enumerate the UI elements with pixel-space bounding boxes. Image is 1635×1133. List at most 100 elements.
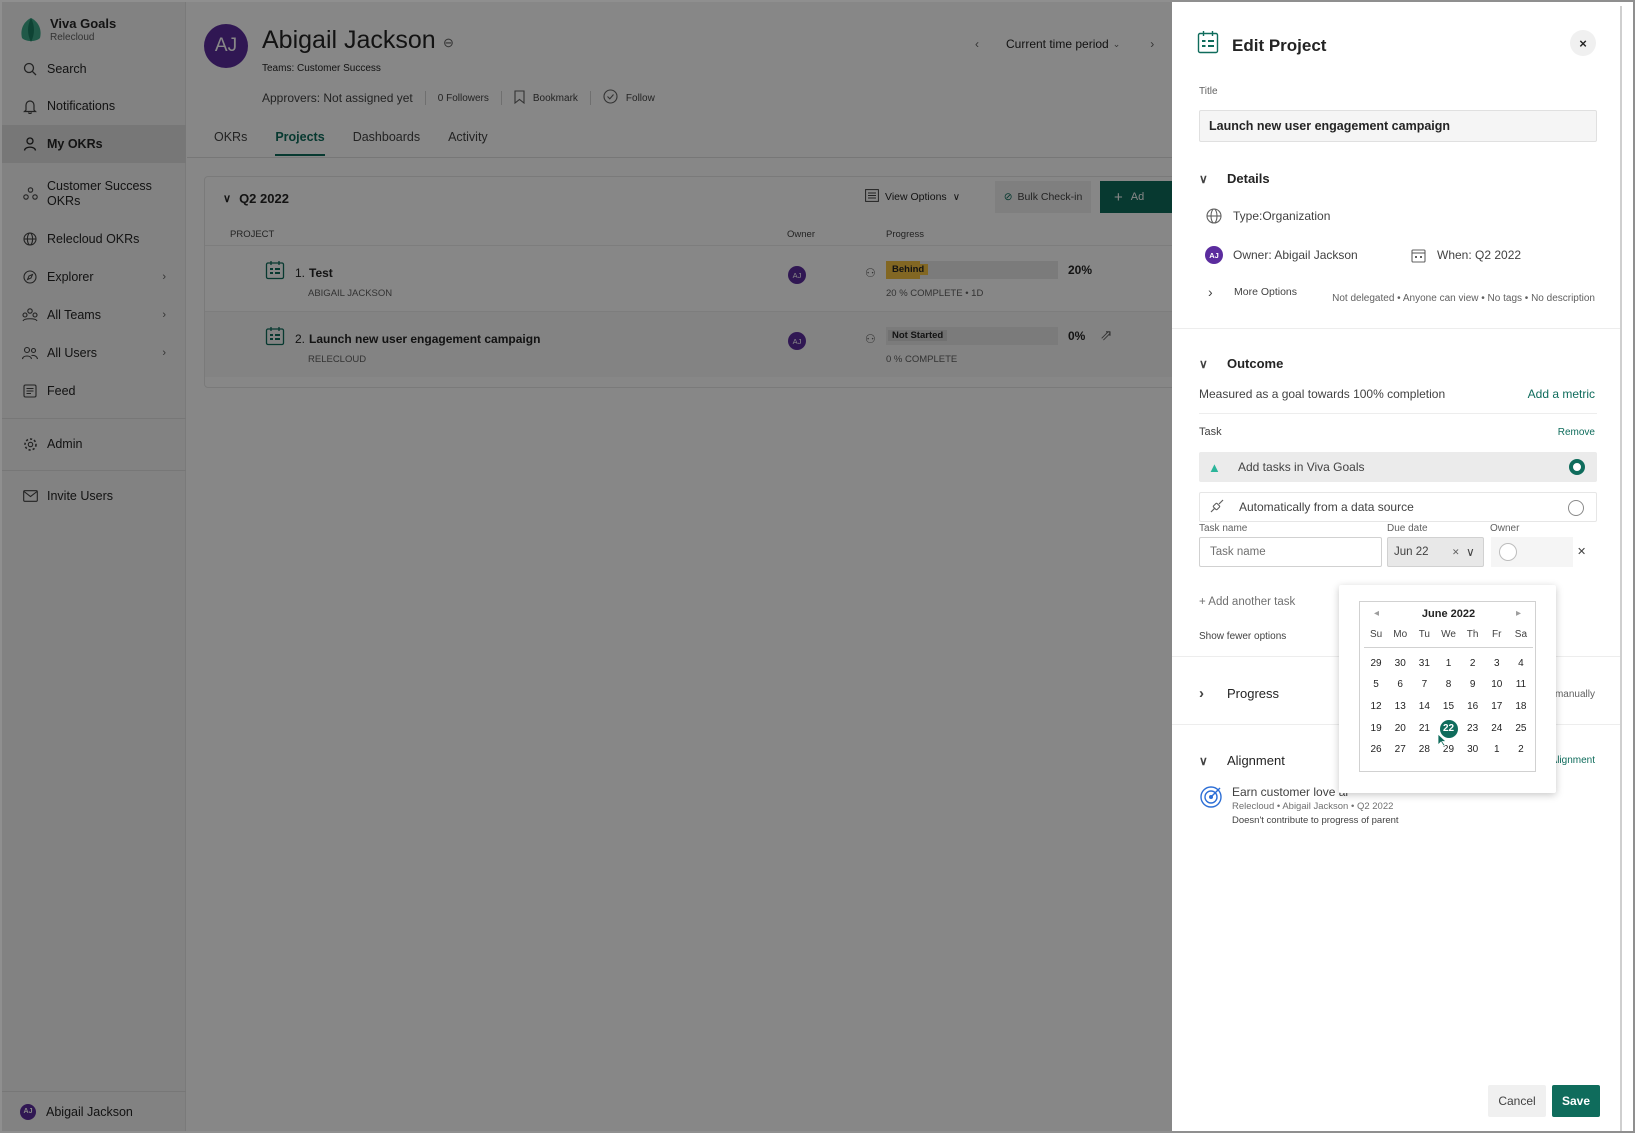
clear-date-icon[interactable]: ✕ bbox=[1452, 547, 1460, 558]
title-input[interactable]: Launch new user engagement campaign bbox=[1199, 110, 1597, 142]
calendar-day[interactable]: 16 bbox=[1461, 698, 1485, 716]
target-icon bbox=[1199, 785, 1223, 812]
calendar-day[interactable]: 27 bbox=[1388, 741, 1412, 759]
weekday: Mo bbox=[1393, 629, 1408, 640]
type-field[interactable]: Type:Organization bbox=[1205, 207, 1330, 225]
task-owner-picker[interactable] bbox=[1491, 537, 1573, 567]
remove-link[interactable]: Remove bbox=[1558, 427, 1595, 438]
calendar-week: 29 30 31 1 2 3 4 bbox=[1364, 655, 1533, 673]
add-metric-link[interactable]: Add a metric bbox=[1528, 387, 1595, 401]
calendar-day[interactable]: 17 bbox=[1485, 698, 1509, 716]
weekday: We bbox=[1441, 629, 1456, 640]
calendar-day[interactable]: 1 bbox=[1436, 655, 1460, 673]
calendar-day[interactable]: 30 bbox=[1461, 741, 1485, 759]
calendar-day[interactable]: 7 bbox=[1412, 676, 1436, 694]
calendar-day[interactable]: 11 bbox=[1509, 676, 1533, 694]
calendar-day[interactable]: 28 bbox=[1412, 741, 1436, 759]
aligned-objective-meta: Relecloud • Abigail Jackson • Q2 2022 bbox=[1232, 801, 1394, 812]
calendar-day[interactable]: 26 bbox=[1364, 741, 1388, 759]
due-date-picker[interactable]: Jun 22 ✕ ∨ bbox=[1387, 537, 1484, 567]
details-section-header[interactable]: ∨ Details bbox=[1199, 171, 1270, 186]
calendar-week: 5 6 7 8 9 10 11 bbox=[1364, 676, 1533, 694]
calendar-day[interactable]: 4 bbox=[1509, 655, 1533, 673]
avatar: AJ bbox=[1205, 246, 1223, 264]
calendar-day[interactable]: 31 bbox=[1412, 655, 1436, 673]
weekday: Tu bbox=[1418, 629, 1430, 640]
calendar-day[interactable]: 18 bbox=[1509, 698, 1533, 716]
calendar-day[interactable]: 29 bbox=[1364, 655, 1388, 673]
more-options-toggle[interactable]: › More Options bbox=[1208, 284, 1297, 300]
close-icon: × bbox=[1579, 35, 1587, 51]
when-value: When: Q2 2022 bbox=[1437, 248, 1522, 262]
when-field[interactable]: When: Q2 2022 bbox=[1409, 246, 1521, 264]
details-title: Details bbox=[1227, 171, 1270, 186]
outcome-section-header[interactable]: ∨ Outcome bbox=[1199, 356, 1283, 371]
calendar-week: 26 27 28 29 30 1 2 bbox=[1364, 741, 1533, 759]
chevron-down-icon[interactable]: ∨ bbox=[1466, 545, 1475, 559]
remove-task-icon[interactable]: ✕ bbox=[1577, 545, 1586, 558]
calendar-day[interactable]: 30 bbox=[1388, 655, 1412, 673]
option-label: Add tasks in Viva Goals bbox=[1238, 460, 1365, 474]
mouse-cursor-icon bbox=[1437, 733, 1447, 747]
radio-unselected[interactable] bbox=[1568, 500, 1584, 516]
option-label: Automatically from a data source bbox=[1239, 500, 1414, 514]
aligned-objective-note: Doesn't contribute to progress of parent bbox=[1232, 815, 1399, 826]
progress-title: Progress bbox=[1227, 686, 1280, 701]
divider bbox=[1199, 413, 1597, 414]
calendar-day[interactable]: 6 bbox=[1388, 676, 1412, 694]
column-header-due-date: Due date bbox=[1387, 523, 1428, 534]
calendar-day[interactable]: 10 bbox=[1485, 676, 1509, 694]
app-window: Viva Goals Relecloud Search Notification… bbox=[0, 0, 1635, 1133]
measured-text: Measured as a goal towards 100% completi… bbox=[1199, 387, 1446, 401]
calendar: ◂ June 2022 ▸ Su Mo Tu We Th Fr Sa 29 30 3… bbox=[1359, 601, 1536, 772]
divider bbox=[1364, 647, 1533, 648]
panel-title: Edit Project bbox=[1232, 36, 1327, 55]
close-button[interactable]: × bbox=[1570, 30, 1596, 56]
calendar-day[interactable]: 9 bbox=[1461, 676, 1485, 694]
radio-selected[interactable] bbox=[1569, 459, 1585, 475]
calendar-day[interactable]: 20 bbox=[1388, 720, 1412, 738]
title-label: Title bbox=[1199, 86, 1218, 97]
task-name-input[interactable]: Task name bbox=[1199, 537, 1382, 567]
calendar-day[interactable]: 8 bbox=[1436, 676, 1460, 694]
progress-section-header[interactable]: › Progress bbox=[1199, 685, 1279, 702]
add-another-task-link[interactable]: + Add another task bbox=[1199, 596, 1295, 608]
calendar-day[interactable]: 2 bbox=[1509, 741, 1533, 759]
owner-value: Owner: Abigail Jackson bbox=[1233, 248, 1358, 262]
save-button[interactable]: Save bbox=[1552, 1085, 1600, 1117]
next-month-icon[interactable]: ▸ bbox=[1516, 608, 1521, 619]
cancel-button[interactable]: Cancel bbox=[1488, 1085, 1546, 1117]
calendar-day[interactable]: 5 bbox=[1364, 676, 1388, 694]
task-label: Task bbox=[1199, 426, 1222, 438]
owner-initials: AJ bbox=[1205, 246, 1223, 264]
project-icon bbox=[1197, 31, 1219, 54]
owner-field[interactable]: AJ Owner: Abigail Jackson bbox=[1205, 246, 1358, 264]
calendar-day[interactable]: 12 bbox=[1364, 698, 1388, 716]
modal-overlay[interactable] bbox=[2, 2, 1172, 1131]
calendar-day[interactable]: 14 bbox=[1412, 698, 1436, 716]
calendar-day[interactable]: 19 bbox=[1364, 720, 1388, 738]
calendar-day[interactable]: 24 bbox=[1485, 720, 1509, 738]
option-data-source[interactable]: Automatically from a data source bbox=[1199, 492, 1597, 522]
weekday: Th bbox=[1466, 629, 1479, 640]
chevron-right-icon: › bbox=[1199, 685, 1204, 702]
outcome-title: Outcome bbox=[1227, 356, 1284, 371]
edit-project-panel: Edit Project × Title Launch new user eng… bbox=[1172, 6, 1622, 1131]
calendar-day[interactable]: 15 bbox=[1436, 698, 1460, 716]
calendar-day[interactable]: 23 bbox=[1461, 720, 1485, 738]
more-options-label: More Options bbox=[1234, 286, 1298, 298]
globe-icon bbox=[1205, 207, 1223, 225]
alignment-link[interactable]: Alignment bbox=[1551, 755, 1595, 766]
calendar-day[interactable]: 2 bbox=[1461, 655, 1485, 673]
alignment-section-header[interactable]: ∨ Alignment bbox=[1199, 753, 1285, 768]
calendar-day[interactable]: 13 bbox=[1388, 698, 1412, 716]
calendar-day[interactable]: 3 bbox=[1485, 655, 1509, 673]
option-viva-goals-tasks[interactable]: ▲ Add tasks in Viva Goals bbox=[1199, 452, 1597, 482]
show-fewer-options-link[interactable]: Show fewer options bbox=[1199, 631, 1286, 642]
type-value: Type:Organization bbox=[1233, 209, 1331, 223]
column-header-owner: Owner bbox=[1490, 523, 1520, 534]
column-header-task-name: Task name bbox=[1199, 523, 1248, 534]
calendar-day[interactable]: 21 bbox=[1412, 720, 1436, 738]
calendar-day[interactable]: 1 bbox=[1485, 741, 1509, 759]
calendar-day[interactable]: 25 bbox=[1509, 720, 1533, 738]
